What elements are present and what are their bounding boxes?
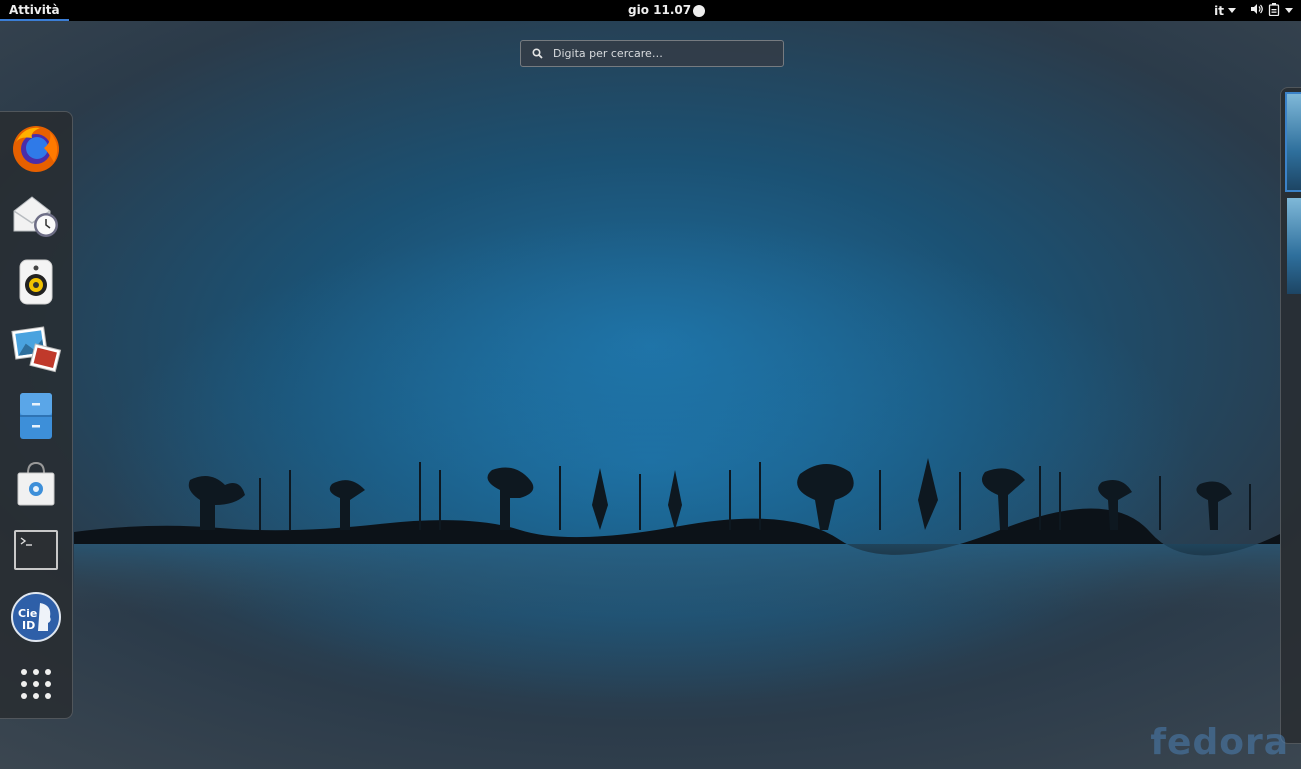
firefox-launcher[interactable] xyxy=(10,122,62,174)
desktop-wallpaper xyxy=(0,0,1301,769)
clock-button[interactable]: gio 11.07 xyxy=(628,0,706,21)
volume-icon xyxy=(1250,3,1263,18)
mail-clock-icon xyxy=(13,196,58,237)
search-box[interactable] xyxy=(520,40,784,67)
show-applications-button[interactable] xyxy=(10,658,62,710)
fedora-logo: fedora xyxy=(1150,722,1289,763)
shopping-bag-icon xyxy=(17,461,55,506)
rhythmbox-launcher[interactable] xyxy=(10,256,62,308)
top-bar: Attività gio 11.07 it xyxy=(0,0,1301,21)
chevron-down-icon xyxy=(1285,8,1293,13)
clock-label: gio 11.07 xyxy=(628,3,692,17)
speaker-icon xyxy=(19,259,53,305)
terminal-icon xyxy=(14,530,58,570)
svg-text:ID: ID xyxy=(22,619,35,632)
cie-id-icon: Cie ID xyxy=(11,592,61,642)
search-input[interactable] xyxy=(551,46,775,61)
search-icon xyxy=(532,48,543,59)
firefox-icon xyxy=(13,126,59,172)
battery-icon xyxy=(1268,2,1280,19)
chevron-down-icon xyxy=(1228,8,1236,13)
evolution-launcher[interactable] xyxy=(10,189,62,241)
notification-dot-icon xyxy=(693,4,706,17)
files-launcher[interactable] xyxy=(10,390,62,442)
cie-id-launcher[interactable]: Cie ID xyxy=(10,591,62,643)
software-launcher[interactable] xyxy=(10,457,62,509)
photos-icon xyxy=(11,326,62,373)
file-cabinet-icon xyxy=(20,393,52,439)
system-menu[interactable] xyxy=(1250,2,1293,19)
shotwell-launcher[interactable] xyxy=(10,323,62,375)
workspace-thumbnail-2[interactable] xyxy=(1287,198,1301,294)
system-tray: it xyxy=(1214,0,1293,21)
dash: Cie ID xyxy=(0,111,73,719)
terminal-launcher[interactable] xyxy=(10,524,62,576)
workspace-thumbnail-1[interactable] xyxy=(1287,94,1301,190)
app-grid-icon xyxy=(21,669,51,699)
workspace-switcher xyxy=(1280,87,1301,744)
activities-button[interactable]: Attività xyxy=(0,0,69,21)
keyboard-layout-menu[interactable]: it xyxy=(1214,4,1236,18)
keyboard-layout-label: it xyxy=(1214,3,1224,18)
